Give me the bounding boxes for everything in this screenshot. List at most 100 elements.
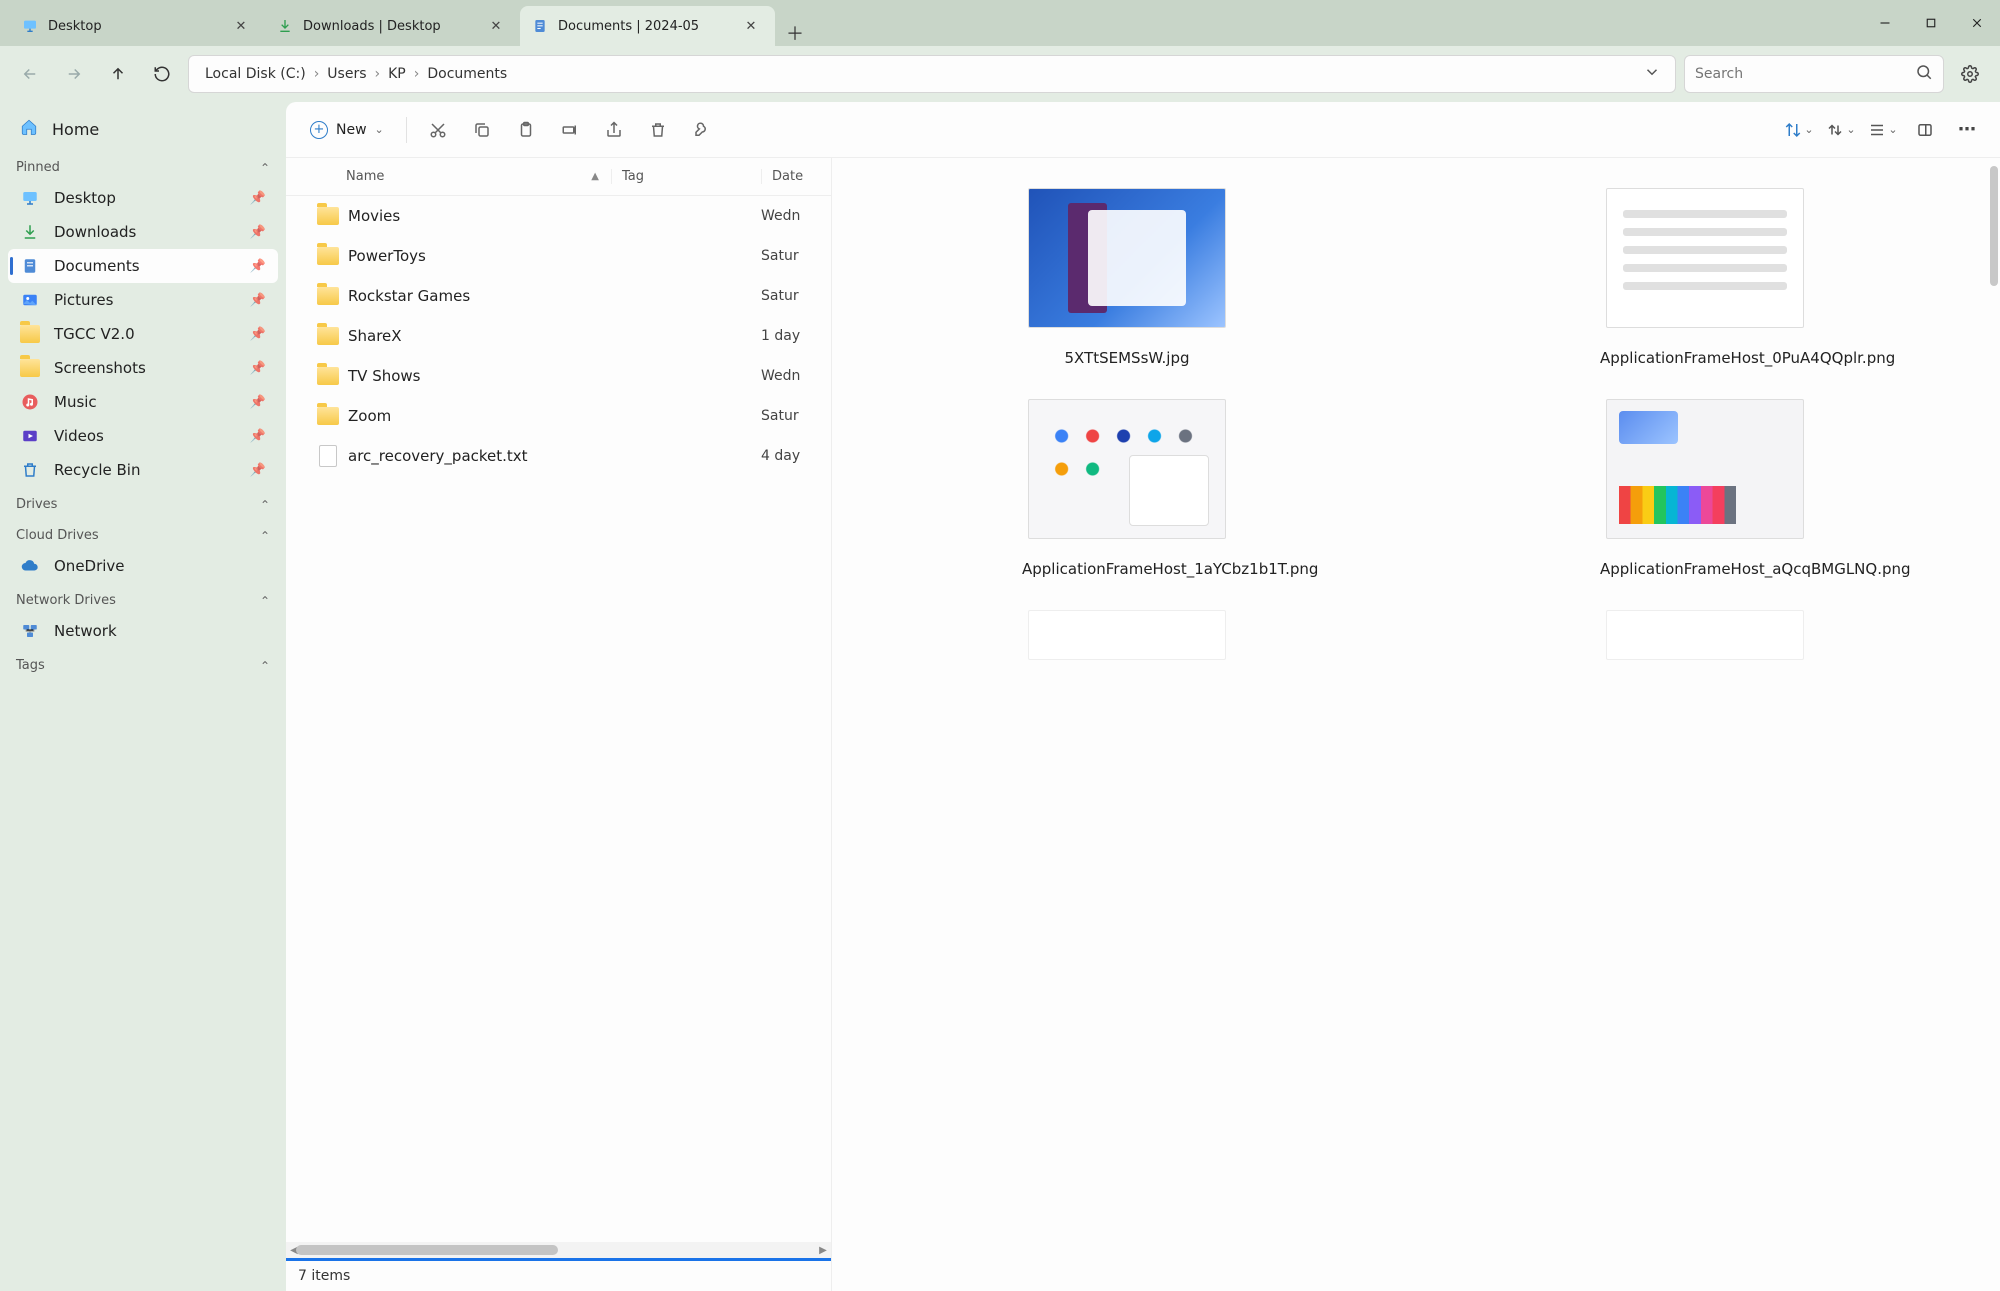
pin-icon[interactable]: 📌 (250, 429, 266, 444)
file-name: Zoom (348, 407, 611, 425)
section-drives-header[interactable]: Drives ⌃ (8, 487, 278, 518)
thumbnail-item[interactable] (1022, 610, 1232, 660)
file-date: Satur (761, 408, 831, 424)
breadcrumb-dropdown[interactable] (1639, 59, 1665, 89)
column-name[interactable]: Name ▲ (330, 169, 611, 184)
tab-close-button[interactable]: ✕ (229, 14, 253, 38)
pin-icon[interactable]: 📌 (250, 463, 266, 478)
paste-button[interactable] (507, 111, 545, 149)
pin-icon[interactable]: 📌 (250, 361, 266, 376)
horizontal-scrollbar[interactable]: ◀ ▶ (286, 1242, 831, 1258)
search-field[interactable] (1684, 55, 1944, 93)
tab-close-button[interactable]: ✕ (739, 14, 763, 38)
breadcrumb[interactable]: Local Disk (C:) › Users › KP › Documents (188, 55, 1676, 93)
tab-close-button[interactable]: ✕ (484, 14, 508, 38)
status-bar: 7 items (286, 1261, 831, 1291)
tab-documents[interactable]: Documents | 2024-05 ✕ (520, 6, 775, 46)
sidebar-item-desktop[interactable]: Desktop 📌 (8, 181, 278, 215)
breadcrumb-segment[interactable]: Local Disk (C:) (199, 62, 312, 86)
pin-icon[interactable]: 📌 (250, 225, 266, 240)
thumbnail-item[interactable] (1600, 610, 1810, 660)
section-title: Drives (16, 497, 57, 512)
sidebar-item-onedrive[interactable]: OneDrive (8, 549, 278, 583)
sidebar-item-tgcc[interactable]: TGCC V2.0 📌 (8, 317, 278, 351)
rename-button[interactable] (551, 111, 589, 149)
thumbnail-label: 5XTtSEMSsW.jpg (1065, 348, 1190, 369)
sidebar-item-label: Screenshots (54, 359, 236, 377)
settings-button[interactable] (1952, 56, 1988, 92)
toolbar: + New ⌄ ⌄ ⌄ ⌄ ⋯ (286, 102, 2000, 158)
breadcrumb-segment[interactable]: KP (382, 62, 412, 86)
file-date: Wedn (761, 368, 831, 384)
file-row[interactable]: ShareX1 day (286, 316, 831, 356)
new-button[interactable]: + New ⌄ (300, 115, 394, 145)
section-title: Network Drives (16, 593, 116, 608)
sidebar-item-documents[interactable]: Documents 📌 (8, 249, 278, 283)
new-tab-button[interactable]: ＋ (775, 20, 815, 46)
tab-label: Documents | 2024-05 (558, 19, 699, 34)
sidebar-item-pictures[interactable]: Pictures 📌 (8, 283, 278, 317)
column-tag[interactable]: Tag (611, 169, 761, 184)
thumbnail-item[interactable]: ApplicationFrameHost_1aYCbz1b1T.png (1022, 399, 1232, 580)
sidebar-item-downloads[interactable]: Downloads 📌 (8, 215, 278, 249)
sidebar-item-label: Recycle Bin (54, 461, 236, 479)
tab-desktop[interactable]: Desktop ✕ (10, 6, 265, 46)
sidebar-label: Home (52, 120, 99, 139)
sidebar-item-music[interactable]: Music 📌 (8, 385, 278, 419)
sidebar-item-videos[interactable]: Videos 📌 (8, 419, 278, 453)
more-button[interactable]: ⋯ (1948, 111, 1986, 149)
thumbnail-item[interactable]: ApplicationFrameHost_aQcqBMGLNQ.png (1600, 399, 1810, 580)
sidebar-item-label: Network (54, 622, 266, 640)
up-button[interactable] (100, 56, 136, 92)
column-date[interactable]: Date (761, 169, 831, 184)
refresh-button[interactable] (144, 56, 180, 92)
pin-icon[interactable]: 📌 (250, 259, 266, 274)
pin-icon[interactable]: 📌 (250, 293, 266, 308)
sidebar-item-screenshots[interactable]: Screenshots 📌 (8, 351, 278, 385)
vertical-scrollbar[interactable] (1990, 166, 1998, 286)
sort-button[interactable]: ⌄ (1780, 111, 1818, 149)
new-label: New (336, 122, 367, 138)
breadcrumb-segment[interactable]: Documents (421, 62, 513, 86)
close-window-button[interactable] (1954, 3, 2000, 43)
search-input[interactable] (1695, 66, 1915, 82)
minimize-button[interactable] (1862, 3, 1908, 43)
properties-button[interactable] (683, 111, 721, 149)
delete-button[interactable] (639, 111, 677, 149)
share-button[interactable] (595, 111, 633, 149)
section-network-header[interactable]: Network Drives ⌃ (8, 583, 278, 614)
file-row[interactable]: Rockstar GamesSatur (286, 276, 831, 316)
video-icon (20, 426, 40, 446)
file-row[interactable]: TV ShowsWedn (286, 356, 831, 396)
section-tags-header[interactable]: Tags ⌃ (8, 648, 278, 679)
pin-icon[interactable]: 📌 (250, 191, 266, 206)
section-cloud-header[interactable]: Cloud Drives ⌃ (8, 518, 278, 549)
copy-button[interactable] (463, 111, 501, 149)
group-button[interactable]: ⌄ (1822, 111, 1860, 149)
preview-pane-button[interactable] (1906, 111, 1944, 149)
breadcrumb-segment[interactable]: Users (321, 62, 372, 86)
pin-icon[interactable]: 📌 (250, 395, 266, 410)
file-row[interactable]: Zoom Satur (286, 396, 831, 436)
sidebar-item-recycle[interactable]: Recycle Bin 📌 (8, 453, 278, 487)
thumbnail-item[interactable]: ApplicationFrameHost_0PuA4QQplr.png (1600, 188, 1810, 369)
layout-button[interactable]: ⌄ (1864, 111, 1902, 149)
sidebar-item-label: Documents (54, 257, 236, 275)
cut-button[interactable] (419, 111, 457, 149)
maximize-button[interactable] (1908, 3, 1954, 43)
thumbnail-grid: 5XTtSEMSsW.jpg ApplicationFrameHost_0PuA4… (848, 188, 1984, 660)
file-row[interactable]: PowerToysSatur (286, 236, 831, 276)
pin-icon[interactable]: 📌 (250, 327, 266, 342)
sidebar-home[interactable]: Home (8, 108, 278, 150)
file-row[interactable]: MoviesWedn (286, 196, 831, 236)
thumbnail-item[interactable]: 5XTtSEMSsW.jpg (1022, 188, 1232, 369)
file-date: Wedn (761, 208, 831, 224)
tab-downloads[interactable]: Downloads | Desktop ✕ (265, 6, 520, 46)
back-button[interactable] (12, 56, 48, 92)
scroll-right-arrow[interactable]: ▶ (815, 1242, 831, 1258)
forward-button[interactable] (56, 56, 92, 92)
sidebar-item-network[interactable]: Network (8, 614, 278, 648)
file-row[interactable]: arc_recovery_packet.txt4 day (286, 436, 831, 476)
section-pinned-header[interactable]: Pinned ⌃ (8, 150, 278, 181)
scroll-thumb[interactable] (296, 1245, 558, 1255)
